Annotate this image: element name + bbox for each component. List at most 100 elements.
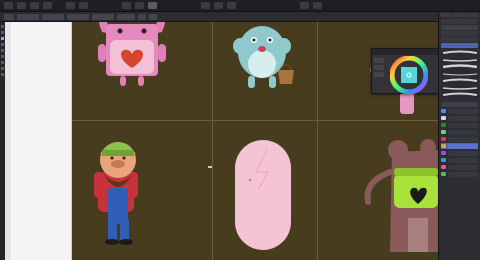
align-icon[interactable] — [201, 2, 210, 9]
panel-controls[interactable] — [441, 25, 478, 30]
layer-thumbnail — [441, 123, 446, 127]
panel-tabs — [439, 12, 480, 18]
layer-name-bar — [448, 115, 478, 121]
assistant-icon[interactable] — [300, 2, 309, 9]
artboard-marker — [208, 166, 212, 168]
layers-panel-header[interactable] — [441, 102, 478, 107]
tab-color[interactable] — [453, 13, 466, 17]
shape-tool-icon[interactable] — [1, 61, 4, 64]
opacity-slider[interactable] — [42, 13, 64, 20]
toolbar-group-view — [64, 2, 90, 9]
snapping-icon[interactable] — [79, 2, 88, 9]
pink-capsule-sketch[interactable] — [235, 140, 291, 250]
layer-name-bar — [448, 143, 478, 149]
pink-bunny-jar[interactable] — [98, 22, 166, 86]
develop-persona-icon[interactable] — [43, 2, 52, 9]
color-mode-dropdown[interactable] — [374, 72, 384, 77]
bearded-lumberjack[interactable] — [94, 142, 138, 245]
panel-controls[interactable] — [441, 43, 478, 48]
layer-name-bar — [448, 122, 478, 128]
layer-name-bar — [448, 150, 478, 156]
layer-thumbnail — [441, 116, 446, 120]
layer-item[interactable] — [441, 150, 478, 156]
brush-category-dropdown[interactable] — [441, 19, 478, 24]
toolbar-group-arrange — [199, 2, 238, 9]
bear-with-green-heart-jar[interactable] — [364, 139, 438, 252]
layer-item[interactable] — [441, 171, 478, 177]
move-tool-icon[interactable] — [1, 25, 4, 28]
color-panel-side — [374, 58, 386, 79]
brush-item[interactable] — [441, 92, 478, 98]
main-toolbar — [0, 0, 480, 12]
transform-icon[interactable] — [214, 2, 223, 9]
layer-name-bar — [448, 164, 478, 170]
layer-item[interactable] — [441, 143, 478, 149]
wet-edges-toggle[interactable] — [138, 13, 146, 20]
canvas-workspace[interactable] — [5, 22, 438, 260]
eyedropper-icon[interactable] — [374, 58, 384, 63]
undo-icon[interactable] — [122, 2, 131, 9]
right-panel — [438, 12, 480, 260]
swap-colors-icon[interactable] — [374, 65, 384, 70]
layer-thumbnail — [441, 109, 446, 113]
layer-item[interactable] — [441, 122, 478, 128]
width-slider[interactable] — [17, 13, 39, 20]
color-wheel[interactable] — [390, 56, 428, 94]
mask-icon[interactable] — [148, 2, 157, 9]
liquify-persona-icon[interactable] — [30, 2, 39, 9]
pasteboard — [11, 22, 72, 260]
brush-tool-icon[interactable] — [1, 37, 4, 40]
stabilizer-toggle[interactable] — [149, 13, 157, 20]
zoom-tool-icon[interactable] — [1, 73, 4, 76]
grid-icon[interactable] — [66, 2, 75, 9]
layer-item[interactable] — [441, 136, 478, 142]
tab-brushes[interactable] — [440, 13, 453, 17]
app-window — [0, 0, 480, 260]
layer-item[interactable] — [441, 129, 478, 135]
blue-monster-with-basket[interactable] — [233, 26, 294, 88]
text-tool-icon[interactable] — [1, 67, 4, 70]
layer-name-bar — [448, 157, 478, 163]
brush-item[interactable] — [441, 64, 478, 70]
layer-item[interactable] — [441, 115, 478, 121]
brush-item[interactable] — [441, 50, 478, 56]
share-icon[interactable] — [313, 2, 322, 9]
layer-item[interactable] — [441, 157, 478, 163]
photo-persona-icon[interactable] — [17, 2, 26, 9]
flip-icon[interactable] — [227, 2, 236, 9]
context-toolbar — [0, 12, 438, 22]
toolbar-group-misc — [298, 2, 324, 9]
layer-item[interactable] — [441, 164, 478, 170]
layer-thumbnail — [441, 144, 446, 148]
color-panel[interactable] — [371, 48, 438, 94]
layer-thumbnail — [441, 151, 446, 155]
brush-item[interactable] — [441, 71, 478, 77]
layer-thumbnail — [441, 130, 446, 134]
brush-item[interactable] — [441, 78, 478, 84]
brush-item[interactable] — [441, 57, 478, 63]
tab-swatches[interactable] — [466, 13, 479, 17]
brush-preview-icon[interactable] — [4, 13, 14, 20]
hardness-slider[interactable] — [92, 13, 114, 20]
toolbar-group-edit — [120, 2, 159, 9]
fill-tool-icon[interactable] — [1, 49, 4, 52]
redo-icon[interactable] — [135, 2, 144, 9]
layer-thumbnail — [441, 172, 446, 176]
eraser-tool-icon[interactable] — [1, 43, 4, 46]
layer-name-bar — [448, 136, 478, 142]
color-panel-body — [372, 55, 438, 95]
layer-name-bar — [448, 171, 478, 177]
flow-slider[interactable] — [67, 13, 89, 20]
app-menu-icon[interactable] — [4, 2, 13, 9]
panel-controls[interactable] — [441, 31, 478, 36]
layer-thumbnail — [441, 158, 446, 162]
panel-controls[interactable] — [441, 37, 478, 42]
layer-name-bar — [448, 129, 478, 135]
pen-tool-icon[interactable] — [1, 55, 4, 58]
brush-item[interactable] — [441, 85, 478, 91]
select-tool-icon[interactable] — [1, 31, 4, 34]
layer-item[interactable] — [441, 108, 478, 114]
layers-list — [439, 108, 480, 177]
layer-thumbnail — [441, 165, 446, 169]
blend-mode-dropdown[interactable] — [117, 13, 135, 20]
